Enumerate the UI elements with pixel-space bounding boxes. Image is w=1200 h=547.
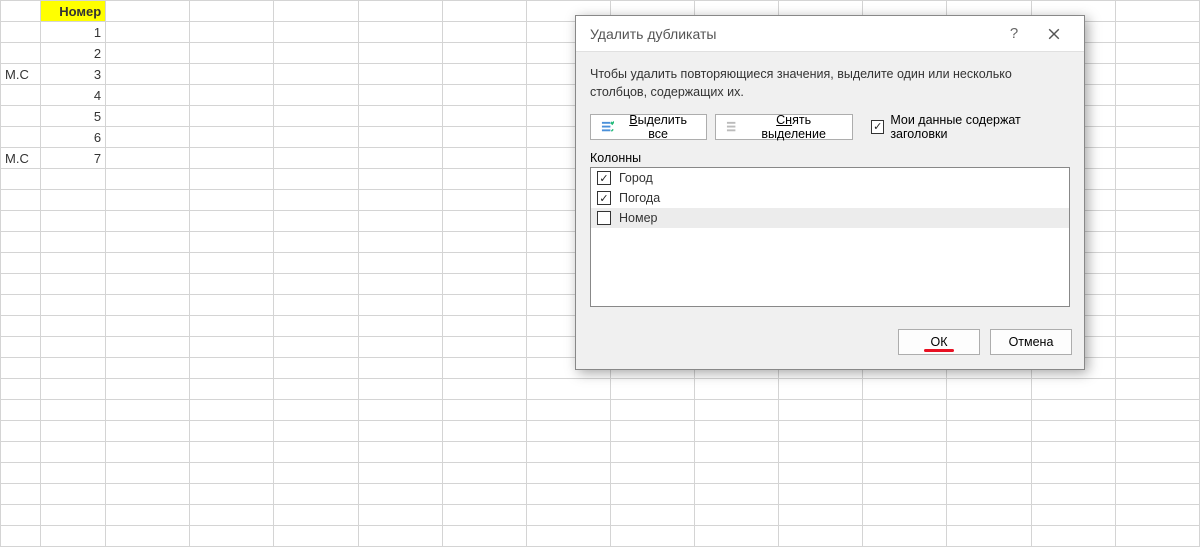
header-cell-nomer[interactable]: Номер bbox=[40, 1, 105, 22]
cell[interactable]: 4 bbox=[40, 85, 105, 106]
select-all-button[interactable]: Выделить все bbox=[590, 114, 707, 140]
cell[interactable] bbox=[1, 22, 41, 43]
has-headers-label: Мои данные содержат заголовки bbox=[890, 113, 1070, 141]
cell[interactable]: 6 bbox=[40, 127, 105, 148]
cell[interactable]: М.С bbox=[1, 148, 41, 169]
columns-listbox[interactable]: Город Погода Номер bbox=[590, 167, 1070, 307]
column-label: Номер bbox=[619, 211, 657, 225]
cell[interactable]: 7 bbox=[40, 148, 105, 169]
cell[interactable]: 2 bbox=[40, 43, 105, 64]
help-button[interactable]: ? bbox=[994, 20, 1034, 48]
checkbox-icon[interactable] bbox=[597, 171, 611, 185]
dialog-instructions: Чтобы удалить повторяющиеся значения, вы… bbox=[590, 66, 1070, 101]
remove-duplicates-dialog: Удалить дубликаты ? Чтобы удалить повтор… bbox=[575, 15, 1085, 370]
column-label: Город bbox=[619, 171, 653, 185]
cell[interactable] bbox=[1, 85, 41, 106]
columns-label: Колонны bbox=[590, 151, 1070, 165]
unselect-all-icon bbox=[726, 120, 739, 134]
checkbox-icon[interactable] bbox=[597, 211, 611, 225]
unselect-all-label: Снять выделение bbox=[745, 113, 842, 141]
cell[interactable]: 1 bbox=[40, 22, 105, 43]
unselect-all-button[interactable]: Снять выделение bbox=[715, 114, 853, 140]
column-item-gorod[interactable]: Город bbox=[591, 168, 1069, 188]
cell[interactable] bbox=[1, 127, 41, 148]
cell[interactable]: М.С bbox=[1, 64, 41, 85]
column-label: Погода bbox=[619, 191, 660, 205]
dialog-titlebar[interactable]: Удалить дубликаты ? bbox=[576, 16, 1084, 52]
select-all-label: Выделить все bbox=[620, 113, 696, 141]
highlight-underline-icon bbox=[924, 349, 954, 352]
cancel-button[interactable]: Отмена bbox=[990, 329, 1072, 355]
dialog-title: Удалить дубликаты bbox=[590, 26, 994, 42]
ok-label: ОК bbox=[930, 335, 947, 349]
checkbox-icon bbox=[871, 120, 884, 134]
cell[interactable]: 3 bbox=[40, 64, 105, 85]
cell[interactable] bbox=[1, 106, 41, 127]
cell[interactable] bbox=[1, 43, 41, 64]
checkbox-icon[interactable] bbox=[597, 191, 611, 205]
has-headers-checkbox[interactable]: Мои данные содержат заголовки bbox=[871, 113, 1070, 141]
cell[interactable]: 5 bbox=[40, 106, 105, 127]
cell[interactable] bbox=[1, 1, 41, 22]
column-item-pogoda[interactable]: Погода bbox=[591, 188, 1069, 208]
close-icon bbox=[1048, 28, 1060, 40]
column-item-nomer[interactable]: Номер bbox=[591, 208, 1069, 228]
ok-button[interactable]: ОК bbox=[898, 329, 980, 355]
select-all-icon bbox=[601, 120, 614, 134]
close-button[interactable] bbox=[1034, 20, 1074, 48]
